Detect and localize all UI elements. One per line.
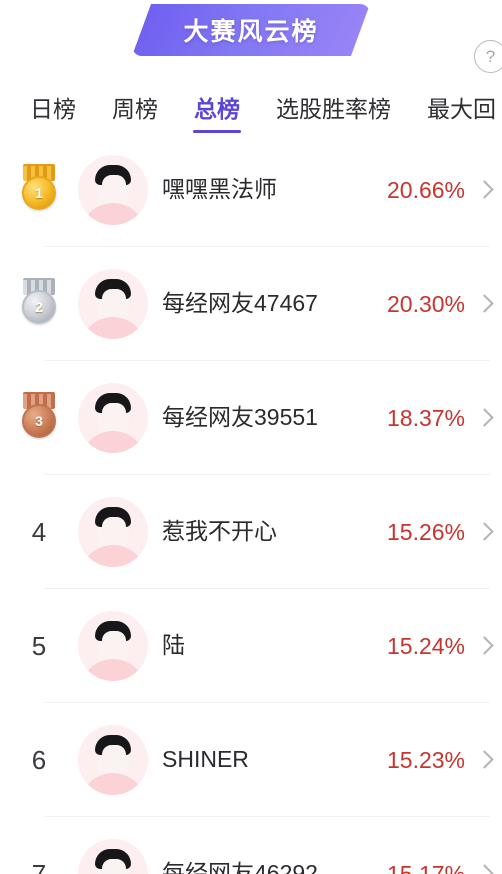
user-name: 惹我不开心 <box>162 518 277 545</box>
avatar-body <box>80 203 146 225</box>
medal-rank-number: 2 <box>35 299 43 315</box>
help-icon[interactable]: ? <box>474 40 502 73</box>
avatar-hair <box>95 279 131 301</box>
rank-cell: 5 <box>0 631 78 662</box>
avatar-hair <box>95 393 131 415</box>
rank-number: 7 <box>31 858 47 874</box>
tab-bar: 日榜 周榜 总榜 选股胜率榜 最大回 <box>0 85 502 133</box>
medal-disc: 1 <box>22 176 56 210</box>
avatar[interactable] <box>78 725 148 795</box>
avatar-body <box>80 773 146 795</box>
rank-number: 6 <box>31 744 47 775</box>
user-name: 每经网友47467 <box>162 290 318 317</box>
return-rate-value: 15.23% <box>386 746 465 773</box>
table-row[interactable]: 7 每经网友46292 15.17% <box>0 817 502 874</box>
avatar-body <box>80 545 146 567</box>
tab-4[interactable]: 选股胜率榜 <box>276 90 391 133</box>
user-name: 每经网友39551 <box>162 404 318 431</box>
silver-medal-icon: 2 <box>14 278 64 330</box>
avatar-hair <box>95 165 131 187</box>
rank-cell: 6 <box>0 745 78 776</box>
avatar[interactable] <box>78 269 148 339</box>
table-row[interactable]: 1 嘿嘿黑法师 20.66% <box>0 133 502 247</box>
return-rate-value: 15.26% <box>386 518 465 545</box>
tab-2[interactable]: 周榜 <box>112 90 158 133</box>
tab-3[interactable]: 总榜 <box>194 90 240 133</box>
medal-disc: 2 <box>22 290 56 324</box>
rank-cell: 1 <box>0 164 78 216</box>
gold-medal-icon: 1 <box>14 164 64 216</box>
avatar-hair <box>95 849 131 871</box>
rank-number: 5 <box>31 630 47 661</box>
avatar-body <box>80 317 146 339</box>
return-rate-value: 15.17% <box>386 860 465 874</box>
chevron-right-icon[interactable] <box>477 749 490 771</box>
return-rate-value: 20.66% <box>386 176 465 203</box>
return-rate-value: 18.37% <box>386 404 465 431</box>
table-row[interactable]: 2 每经网友47467 20.30% <box>0 247 502 361</box>
leaderboard-screen: 大赛风云榜 ? 日榜 周榜 总榜 选股胜率榜 最大回 1 嘿嘿黑法师 20.66% 2 每经网友… <box>0 0 502 874</box>
rank-number: 4 <box>31 516 47 547</box>
avatar-body <box>80 659 146 681</box>
table-row[interactable]: 6 SHINER 15.23% <box>0 703 502 817</box>
avatar-body <box>80 431 146 453</box>
chevron-right-icon[interactable] <box>477 863 490 874</box>
contest-banner: 大赛风云榜 <box>132 4 370 56</box>
medal-rank-number: 1 <box>35 185 43 201</box>
avatar[interactable] <box>78 383 148 453</box>
medal-disc: 3 <box>22 404 56 438</box>
help-icon-glyph: ? <box>485 47 496 66</box>
tab-5[interactable]: 最大回 <box>427 90 496 133</box>
return-rate-value: 15.24% <box>386 632 465 659</box>
tab-1[interactable]: 日榜 <box>30 90 76 133</box>
avatar[interactable] <box>78 839 148 874</box>
medal-rank-number: 3 <box>35 413 43 429</box>
chevron-right-icon[interactable] <box>477 521 490 543</box>
chevron-right-icon[interactable] <box>477 635 490 657</box>
table-row[interactable]: 4 惹我不开心 15.26% <box>0 475 502 589</box>
rank-cell: 4 <box>0 517 78 548</box>
banner-wrapper: 大赛风云榜 <box>132 4 370 56</box>
table-row[interactable]: 5 陆 15.24% <box>0 589 502 703</box>
banner-title: 大赛风云榜 <box>183 18 319 46</box>
chevron-right-icon[interactable] <box>477 293 490 315</box>
user-name: 每经网友46292 <box>162 860 318 874</box>
rank-cell: 7 <box>0 859 78 874</box>
user-name: SHINER <box>162 746 249 773</box>
user-name: 陆 <box>162 632 185 659</box>
rank-cell: 3 <box>0 392 78 444</box>
avatar-hair <box>95 735 131 757</box>
ranking-list: 1 嘿嘿黑法师 20.66% 2 每经网友47467 20.30% 3 每经网友39551 18… <box>0 133 502 874</box>
chevron-right-icon[interactable] <box>477 179 490 201</box>
avatar[interactable] <box>78 611 148 681</box>
return-rate-value: 20.30% <box>386 290 465 317</box>
header: 大赛风云榜 ? <box>0 0 502 85</box>
chevron-right-icon[interactable] <box>477 407 490 429</box>
bronze-medal-icon: 3 <box>14 392 64 444</box>
table-row[interactable]: 3 每经网友39551 18.37% <box>0 361 502 475</box>
avatar-hair <box>95 507 131 529</box>
user-name: 嘿嘿黑法师 <box>162 176 277 203</box>
avatar[interactable] <box>78 155 148 225</box>
rank-cell: 2 <box>0 278 78 330</box>
avatar[interactable] <box>78 497 148 567</box>
avatar-hair <box>95 621 131 643</box>
